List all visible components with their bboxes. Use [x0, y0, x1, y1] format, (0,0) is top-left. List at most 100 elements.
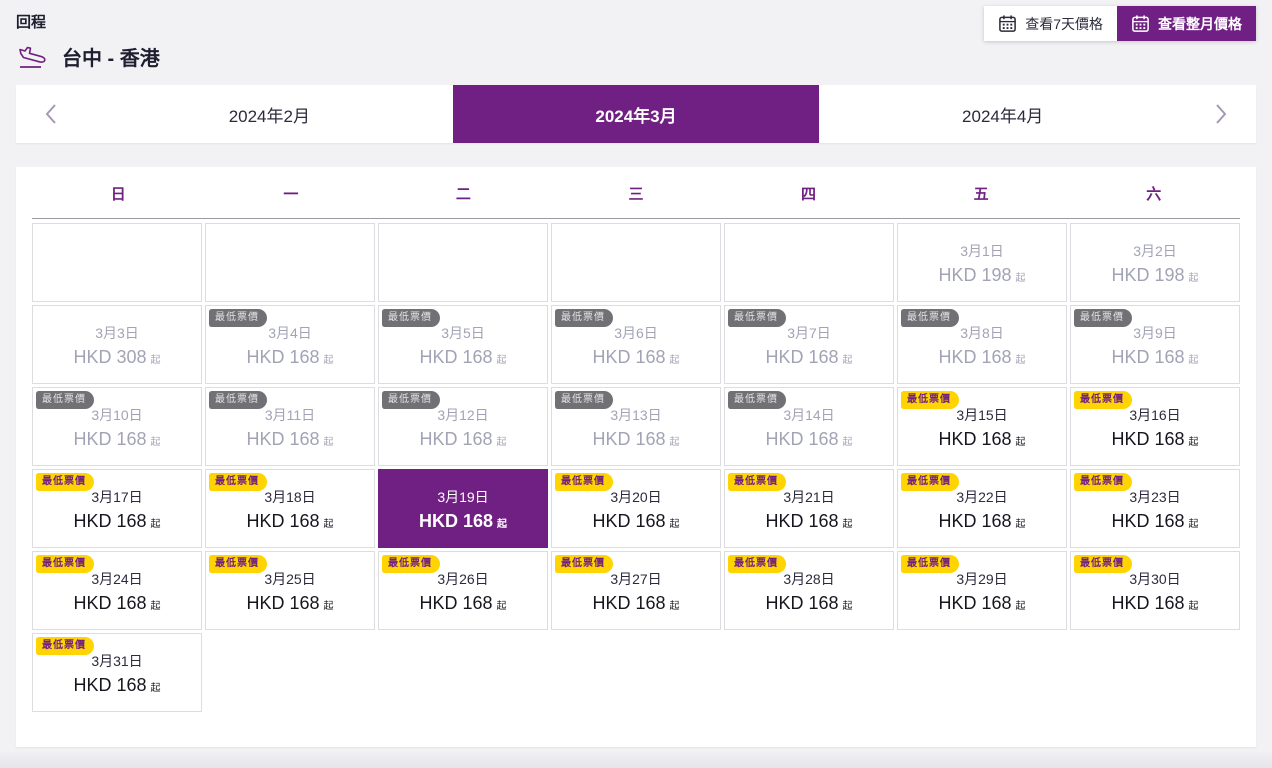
calendar-day-cell: 最低票價3月12日HKD 168起 — [378, 387, 548, 466]
lowest-fare-badge: 最低票價 — [36, 391, 94, 409]
calendar-day-cell[interactable]: 最低票價3月26日HKD 168起 — [378, 551, 548, 630]
next-month-chevron[interactable] — [1186, 85, 1256, 143]
day-price: HKD 168起 — [419, 427, 506, 455]
day-date: 3月3日 — [95, 323, 139, 343]
day-date: 3月7日 — [787, 323, 831, 343]
day-price: HKD 168起 — [1111, 345, 1198, 373]
calendar-empty-cell — [551, 223, 721, 302]
price-suffix: 起 — [1016, 601, 1026, 612]
chevron-left-icon — [43, 102, 59, 126]
day-date: 3月2日 — [1133, 241, 1177, 261]
lowest-fare-badge: 最低票價 — [555, 309, 613, 327]
lowest-fare-badge: 最低票價 — [209, 391, 267, 409]
day-price: HKD 168起 — [246, 427, 333, 455]
price-suffix: 起 — [151, 355, 161, 366]
calendar-day-cell[interactable]: 最低票價3月23日HKD 168起 — [1070, 469, 1240, 548]
calendar-day-cell[interactable]: 最低票價3月20日HKD 168起 — [551, 469, 721, 548]
day-date: 3月9日 — [1133, 323, 1177, 343]
day-date: 3月23日 — [1129, 487, 1180, 507]
weekday-header: 日一二三四五六 — [32, 183, 1240, 219]
calendar-day-cell[interactable]: 最低票價3月24日HKD 168起 — [32, 551, 202, 630]
calendar-day-cell[interactable]: 最低票價3月17日HKD 168起 — [32, 469, 202, 548]
lowest-fare-badge: 最低票價 — [36, 637, 94, 655]
price-suffix: 起 — [324, 519, 334, 530]
day-price: HKD 168起 — [1111, 591, 1198, 619]
day-price: HKD 168起 — [419, 345, 506, 373]
tab-month-prev[interactable]: 2024年2月 — [86, 85, 453, 143]
price-suffix: 起 — [1189, 355, 1199, 366]
calendar-day-cell[interactable]: 最低票價3月28日HKD 168起 — [724, 551, 894, 630]
day-price: HKD 168起 — [938, 427, 1025, 455]
weekday-label-1: 一 — [205, 183, 378, 204]
view-month-label: 查看整月價格 — [1158, 14, 1242, 34]
calendar-day-cell[interactable]: 最低票價3月21日HKD 168起 — [724, 469, 894, 548]
price-suffix: 起 — [324, 437, 334, 448]
day-date: 3月29日 — [956, 569, 1007, 589]
calendar-day-cell[interactable]: 最低票價3月27日HKD 168起 — [551, 551, 721, 630]
calendar-day-cell[interactable]: 最低票價3月18日HKD 168起 — [205, 469, 375, 548]
calendar-day-cell: 最低票價3月11日HKD 168起 — [205, 387, 375, 466]
day-price: HKD 168起 — [938, 509, 1025, 537]
calendar-day-cell[interactable]: 最低票價3月30日HKD 168起 — [1070, 551, 1240, 630]
price-suffix: 起 — [1016, 355, 1026, 366]
lowest-fare-badge: 最低票價 — [901, 473, 959, 491]
day-date: 3月6日 — [614, 323, 658, 343]
lowest-fare-badge: 最低票價 — [901, 391, 959, 409]
price-suffix: 起 — [1189, 519, 1199, 530]
day-price: HKD 168起 — [1111, 427, 1198, 455]
view-7day-button[interactable]: 查看7天價格 — [984, 6, 1117, 41]
calendar-day-cell[interactable]: 最低票價3月22日HKD 168起 — [897, 469, 1067, 548]
day-date: 3月11日 — [265, 405, 315, 425]
day-price: HKD 168起 — [419, 509, 507, 537]
page-bottom-edge — [0, 752, 1272, 768]
calendar-day-cell: 最低票價3月4日HKD 168起 — [205, 305, 375, 384]
price-suffix: 起 — [1016, 273, 1026, 284]
weekday-label-3: 三 — [550, 183, 723, 204]
day-date: 3月12日 — [437, 405, 488, 425]
calendar-day-cell: 最低票價3月5日HKD 168起 — [378, 305, 548, 384]
day-date: 3月21日 — [783, 487, 834, 507]
day-date: 3月17日 — [91, 487, 142, 507]
day-date: 3月8日 — [960, 323, 1004, 343]
lowest-fare-badge: 最低票價 — [728, 309, 786, 327]
calendar-blank — [897, 633, 1067, 712]
lowest-fare-badge: 最低票價 — [1074, 555, 1132, 573]
day-price: HKD 168起 — [246, 345, 333, 373]
calendar-day-cell: 最低票價3月6日HKD 168起 — [551, 305, 721, 384]
lowest-fare-badge: 最低票價 — [728, 555, 786, 573]
lowest-fare-badge: 最低票價 — [209, 473, 267, 491]
calendar-icon — [998, 14, 1017, 33]
day-date: 3月15日 — [956, 405, 1007, 425]
prev-month-chevron[interactable] — [16, 85, 86, 143]
calendar-day-cell: 最低票價3月10日HKD 168起 — [32, 387, 202, 466]
view-7day-label: 查看7天價格 — [1025, 14, 1103, 34]
day-price: HKD 168起 — [246, 509, 333, 537]
calendar-day-cell[interactable]: 3月19日HKD 168起 — [378, 469, 548, 548]
calendar-day-cell: 3月3日HKD 308起 — [32, 305, 202, 384]
day-date: 3月13日 — [610, 405, 661, 425]
day-price: HKD 168起 — [73, 591, 160, 619]
view-month-button[interactable]: 查看整月價格 — [1117, 6, 1256, 41]
calendar-empty-cell — [378, 223, 548, 302]
price-suffix: 起 — [843, 601, 853, 612]
tab-month-next[interactable]: 2024年4月 — [819, 85, 1186, 143]
calendar-day-cell[interactable]: 最低票價3月25日HKD 168起 — [205, 551, 375, 630]
calendar-day-cell: 3月2日HKD 198起 — [1070, 223, 1240, 302]
weekday-label-0: 日 — [32, 183, 205, 204]
tab-month-current[interactable]: 2024年3月 — [453, 85, 820, 143]
price-suffix: 起 — [843, 437, 853, 448]
lowest-fare-badge: 最低票價 — [36, 555, 94, 573]
price-suffix: 起 — [1189, 601, 1199, 612]
calendar-day-cell[interactable]: 最低票價3月16日HKD 168起 — [1070, 387, 1240, 466]
calendar-day-cell[interactable]: 最低票價3月31日HKD 168起 — [32, 633, 202, 712]
calendar-day-cell[interactable]: 最低票價3月29日HKD 168起 — [897, 551, 1067, 630]
calendar-day-cell: 最低票價3月7日HKD 168起 — [724, 305, 894, 384]
day-date: 3月18日 — [264, 487, 315, 507]
day-price: HKD 198起 — [938, 263, 1025, 291]
calendar-day-cell[interactable]: 最低票價3月15日HKD 168起 — [897, 387, 1067, 466]
day-date: 3月19日 — [437, 487, 488, 507]
day-price: HKD 168起 — [765, 591, 852, 619]
weekday-label-5: 五 — [895, 183, 1068, 204]
price-suffix: 起 — [497, 519, 507, 530]
day-date: 3月28日 — [783, 569, 834, 589]
